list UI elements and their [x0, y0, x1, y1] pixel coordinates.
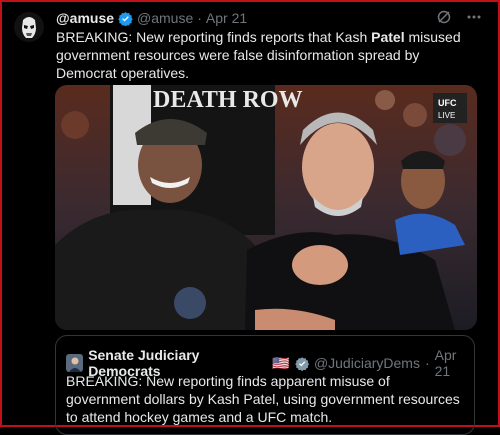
more-icon[interactable] [466, 9, 482, 25]
tweet-photo[interactable]: DEATH ROW UFC LIVE [55, 85, 477, 330]
verified-badge-icon [118, 11, 133, 26]
tweet-text: BREAKING: New reporting finds reports th… [56, 28, 476, 82]
tweet-text-bold: Patel [371, 29, 405, 45]
author-handle[interactable]: @amuse [137, 10, 193, 26]
shirt-text: DEATH ROW [153, 87, 303, 113]
photo-image: DEATH ROW UFC LIVE [55, 85, 477, 330]
author-avatar[interactable] [14, 12, 44, 42]
verified-badge-gray-icon [294, 356, 309, 371]
tweet-header: @amuse @amuse · Apr 21 [56, 9, 247, 27]
person-avatar-icon [66, 354, 84, 372]
quoted-tweet-text: BREAKING: New reporting finds apparent m… [66, 373, 460, 425]
author-name[interactable]: @amuse [56, 10, 114, 26]
live-badge-text: LIVE [438, 111, 455, 120]
tweet-date[interactable]: Apr 21 [206, 10, 247, 26]
stormtrooper-avatar-icon [14, 12, 44, 42]
grok-icon[interactable] [436, 9, 452, 25]
tweet-text-part1: BREAKING: New reporting finds reports th… [56, 29, 372, 45]
tweet-actions-top [436, 9, 482, 25]
quoted-tweet[interactable]: Senate Judiciary Democrats 🇺🇸 @Judiciary… [55, 335, 475, 435]
quoted-separator-dot: · [424, 355, 430, 371]
flag-icon: 🇺🇸 [272, 354, 290, 371]
quoted-author-handle[interactable]: @JudiciaryDems [314, 355, 420, 371]
separator-dot: · [197, 10, 202, 26]
ufc-badge-text: UFC [438, 98, 457, 108]
quoted-author-avatar[interactable] [66, 354, 84, 372]
